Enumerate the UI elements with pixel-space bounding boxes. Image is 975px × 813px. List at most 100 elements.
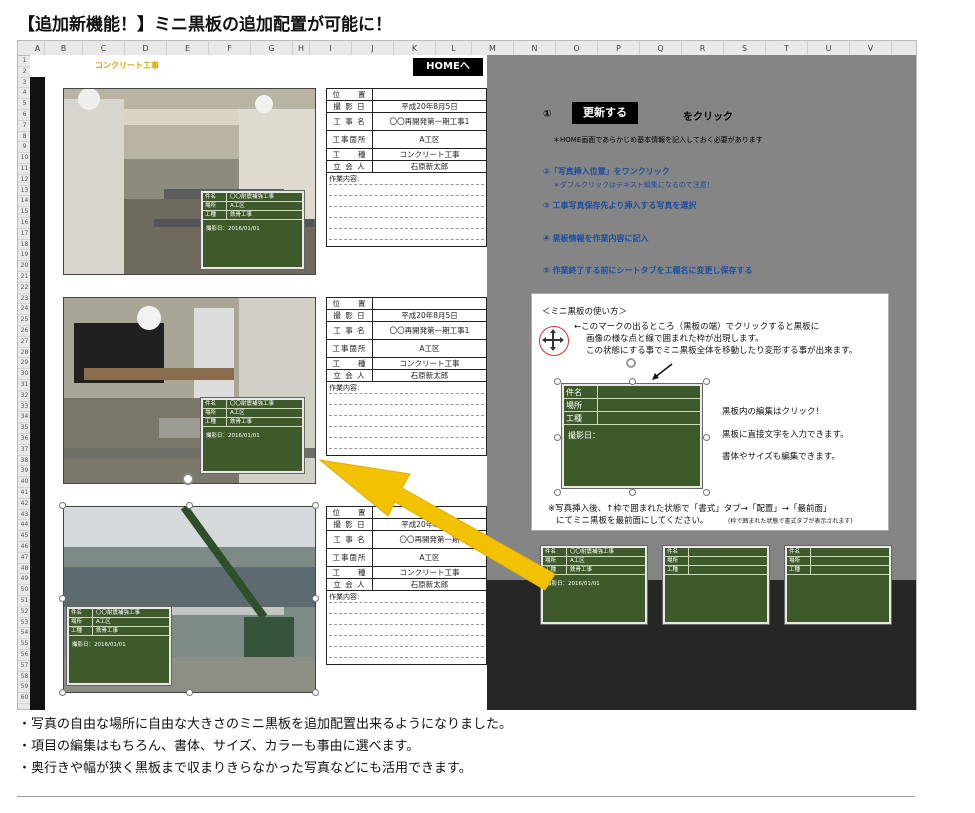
- board-row: 件名 〇〇耐震補強工事: [203, 400, 302, 409]
- board-place: A工区: [96, 619, 111, 625]
- board-type-label: 工種: [564, 412, 598, 424]
- resize-handle[interactable]: [59, 689, 66, 696]
- home-button[interactable]: HOMEへ: [413, 58, 483, 76]
- photo-info-table[interactable]: 位 置撮 影 日平成20年8月5日工 事 名〇〇再開発第一期工事1 工事箇所 A工区…: [326, 88, 487, 247]
- resize-handle[interactable]: [59, 502, 66, 509]
- date-value[interactable]: 平成20年8月5日: [373, 101, 486, 112]
- position-value[interactable]: [373, 89, 486, 100]
- column-header-cell[interactable]: J: [352, 41, 394, 56]
- column-header-cell[interactable]: H: [293, 41, 310, 56]
- board-row: 工種 鉄骨工事: [203, 418, 302, 427]
- column-header-cell[interactable]: C: [83, 41, 125, 56]
- resize-handle[interactable]: [186, 502, 193, 509]
- board-row: 工種 鉄骨工事: [203, 211, 302, 220]
- board-name-label: 件名: [69, 609, 93, 617]
- mini-board-2[interactable]: 件名 〇〇耐震補強工事 場所 A工区 工種 鉄骨工事 撮影日：2016/01/01: [200, 397, 305, 474]
- column-header-cell[interactable]: P: [598, 41, 640, 56]
- memo-line: [329, 646, 484, 647]
- move-cursor-icon: [542, 329, 564, 351]
- project-value[interactable]: 〇〇再開発第一期工事1: [373, 113, 486, 130]
- bottom-note-2: ・項目の編集はもちろん、書体、サイズ、カラーも事由に選べます。: [18, 739, 420, 754]
- howto-foot-1: ※写真挿入後、↑枠で囲まれた状態で「書式」タブ→「配置」→「最前面」: [548, 504, 832, 514]
- position-value[interactable]: [373, 298, 486, 309]
- photo-info-table[interactable]: 位 置撮 影 日平成20年8月5日工 事 名〇〇再開発第一期工事1 工事箇所 A工区…: [326, 297, 487, 456]
- board-type: 鉄骨工事: [230, 419, 253, 425]
- date-value[interactable]: 平成20年8月5日: [373, 310, 486, 321]
- place-value[interactable]: A工区: [373, 340, 486, 357]
- board-row: 場所: [564, 399, 700, 412]
- memo-line: [329, 239, 484, 240]
- memo-line: [329, 184, 484, 185]
- column-header-cell[interactable]: M: [472, 41, 514, 56]
- board-date: 撮影日：2016/01/01: [206, 433, 260, 439]
- column-header-cell[interactable]: N: [514, 41, 556, 56]
- memo-line: [329, 206, 484, 207]
- board-name-label: 件名: [203, 400, 227, 408]
- column-header-cell[interactable]: D: [125, 41, 167, 56]
- memo-line: [329, 426, 484, 427]
- column-header-cell[interactable]: S: [724, 41, 766, 56]
- board-name-label: 件名: [787, 548, 811, 556]
- column-header-cell[interactable]: I: [310, 41, 352, 56]
- bottom-divider: [17, 796, 915, 797]
- bottom-note-1: ・写真の自由な場所に自由な大きさのミニ黒板を追加配置出来るようになりました。: [18, 717, 513, 732]
- doc-title: コンクリート工事: [95, 61, 159, 70]
- page-title: 【追加新機能！】ミニ黒板の追加配置が可能に！: [18, 15, 392, 35]
- bottom-notes: ・写真の自由な場所に自由な大きさのミニ黒板を追加配置出来るようになりました。 ・…: [18, 714, 512, 780]
- column-header-cell[interactable]: F: [209, 41, 251, 56]
- board-name: 〇〇耐震補強工事: [570, 549, 615, 555]
- column-header-cell[interactable]: V: [850, 41, 892, 56]
- column-header-cell[interactable]: E: [167, 41, 209, 56]
- howto-edit-2: 黒板に直接文字を入力できます。: [722, 430, 849, 440]
- column-header-cell[interactable]: Q: [640, 41, 682, 56]
- memo-line: [329, 437, 484, 438]
- resize-handle[interactable]: [312, 689, 319, 696]
- column-header-cell[interactable]: B: [45, 41, 83, 56]
- template-board-3[interactable]: 件名 場所 工種: [784, 545, 892, 625]
- resize-handle[interactable]: [59, 595, 66, 602]
- column-header-cell[interactable]: G: [251, 41, 293, 56]
- column-header-cell[interactable]: U: [808, 41, 850, 56]
- column-header-cell[interactable]: L: [436, 41, 472, 56]
- rotate-handle-icon: [626, 358, 636, 368]
- mini-board-1[interactable]: 件名 〇〇耐震補強工事 場所 A工区 工種 鉄骨工事 撮影日：2016/01/01: [200, 190, 305, 270]
- bottom-note-3: ・奥行きや幅が狭く黒板まで収まりきらなかった写真などにも活用できます。: [18, 761, 472, 776]
- board-name: 〇〇耐震補強工事: [230, 194, 275, 200]
- type-value[interactable]: コンクリート工事: [373, 149, 486, 160]
- column-header-cell[interactable]: T: [766, 41, 808, 56]
- board-date: 撮影日：2016/01/01: [72, 642, 126, 648]
- board-row: 件名 〇〇耐震補強工事: [69, 609, 169, 618]
- column-header-cell[interactable]: O: [556, 41, 598, 56]
- memo-area[interactable]: 作業内容:: [327, 591, 486, 664]
- project-value[interactable]: 〇〇再開発第一期工事1: [373, 322, 486, 339]
- board-type: 鉄骨工事: [570, 567, 593, 573]
- type-value[interactable]: コンクリート工事: [373, 358, 486, 369]
- type-label: 工 種: [327, 358, 373, 369]
- memo-line: [329, 624, 484, 625]
- memo-line: [329, 195, 484, 196]
- board-place: A工区: [230, 410, 245, 416]
- memo-line: [329, 657, 484, 658]
- howto-line-1: ←このマークの出るところ（黒板の端）でクリックすると黒板に: [574, 322, 820, 332]
- step-2: ②「写真挿入位置」をワンクリック: [543, 167, 670, 176]
- resize-handle[interactable]: [186, 689, 193, 696]
- memo-line: [329, 217, 484, 218]
- mini-board-3[interactable]: 件名 〇〇耐震補強工事 場所 A工区 工種 鉄骨工事 撮影日：2016/01/01: [66, 606, 172, 686]
- position-label: 位 置: [327, 89, 373, 100]
- witness-value[interactable]: 石原新太郎: [373, 370, 486, 381]
- witness-value[interactable]: 石原新太郎: [373, 161, 486, 172]
- column-header-cell[interactable]: K: [394, 41, 436, 56]
- template-board-2[interactable]: 件名 場所 工種: [662, 545, 770, 625]
- update-button[interactable]: 更新する: [572, 102, 638, 124]
- board-name-label: 件名: [564, 386, 598, 398]
- rotate-handle-icon[interactable]: [182, 473, 194, 485]
- column-header-cell[interactable]: A: [31, 41, 45, 56]
- click-label: をクリック: [683, 112, 733, 123]
- place-value[interactable]: A工区: [373, 131, 486, 148]
- column-header-cell[interactable]: R: [682, 41, 724, 56]
- step-2-note: ＊ダブルクリックはテキスト編集になるので注意！: [553, 181, 714, 189]
- memo-label: 作業内容:: [329, 384, 360, 392]
- note-1: ＊HOME画面であらかじめ基本情報を記入しておく必要があります: [553, 136, 763, 144]
- memo-area[interactable]: 作業内容:: [327, 173, 486, 246]
- howto-edit-1: 黒板内の編集はクリック！: [722, 407, 825, 417]
